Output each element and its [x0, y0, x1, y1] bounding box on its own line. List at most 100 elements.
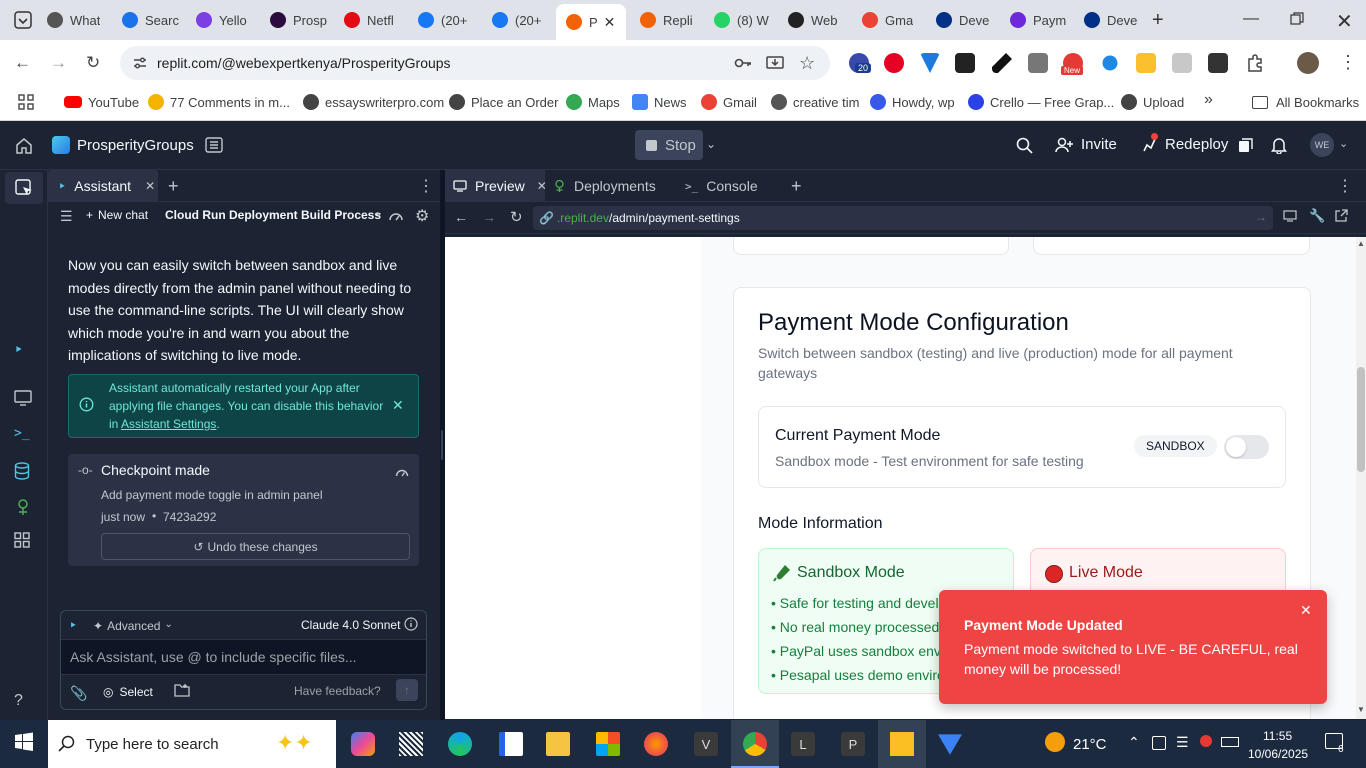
- attach-paperclip-icon[interactable]: 📎: [70, 685, 87, 702]
- start-windows-icon[interactable]: [14, 732, 38, 756]
- edge-browser-icon[interactable]: [448, 732, 472, 756]
- extension-r-icon[interactable]: [1172, 53, 1192, 73]
- browser-tab[interactable]: Prosp: [260, 6, 332, 34]
- weather-icon[interactable]: [1045, 732, 1065, 752]
- preview-back-icon[interactable]: ←: [454, 209, 468, 225]
- close-preview-tab-icon[interactable]: ✕: [537, 179, 547, 193]
- clock-time[interactable]: 11:55: [1263, 729, 1292, 743]
- bookmark-item[interactable]: essayswriterpro.com: [303, 92, 444, 112]
- checkpoint-gauge-icon[interactable]: [395, 466, 409, 477]
- documents-app-icon[interactable]: [499, 732, 523, 756]
- reload-icon[interactable]: ↻: [86, 53, 100, 73]
- browser-tab[interactable]: Deve: [1074, 6, 1146, 34]
- payment-mode-toggle[interactable]: [1224, 435, 1269, 459]
- bookmark-item[interactable]: Place an Order: [449, 92, 558, 112]
- extensions-puzzle-icon[interactable]: [1245, 53, 1265, 73]
- chrome-icon[interactable]: [743, 732, 767, 756]
- invite-button[interactable]: Invite: [1055, 136, 1117, 153]
- toast-close-icon[interactable]: ✕: [1300, 602, 1312, 619]
- all-tools-grid-icon[interactable]: [14, 532, 34, 552]
- browser-tab[interactable]: Gma: [852, 6, 924, 34]
- tab-search-icon[interactable]: [14, 11, 32, 29]
- apps-grid-icon[interactable]: [18, 94, 34, 110]
- bookmark-item[interactable]: Howdy, wp: [870, 92, 955, 112]
- tab-assistant[interactable]: ‣ Assistant ✕: [48, 170, 158, 202]
- console-rail-icon[interactable]: >_: [14, 426, 34, 446]
- scroll-down-arrow[interactable]: ▼: [1357, 705, 1365, 714]
- bookmarks-overflow-icon[interactable]: »: [1204, 91, 1213, 109]
- bookmark-item[interactable]: Upload: [1121, 92, 1184, 112]
- taskbar-app-p[interactable]: P: [841, 732, 865, 756]
- forward-icon[interactable]: →: [50, 53, 67, 73]
- close-window-button[interactable]: ✕: [1336, 9, 1353, 34]
- weather-temp[interactable]: 21°C: [1073, 736, 1107, 753]
- bookmark-item[interactable]: YouTube: [64, 92, 139, 112]
- advanced-mode-toggle[interactable]: ✦ Advanced ⌄: [93, 619, 173, 633]
- taskview-pattern-icon[interactable]: [399, 732, 423, 756]
- devtools-wrench-icon[interactable]: 🔧: [1309, 208, 1325, 224]
- bookmark-star-icon[interactable]: ☆: [799, 53, 815, 74]
- chat-title-chevron-icon[interactable]: ⌄: [374, 206, 383, 219]
- browser-tab[interactable]: Web: [778, 6, 850, 34]
- address-bar[interactable]: replit.com/@webexpertkenya/ProsperityGro…: [120, 46, 830, 80]
- project-name[interactable]: ProsperityGroups: [77, 137, 194, 154]
- browser-tab[interactable]: Deve: [926, 6, 998, 34]
- tab-console[interactable]: >_ Console: [685, 170, 758, 202]
- open-new-window-icon[interactable]: [1335, 209, 1348, 222]
- taskbar-app-v[interactable]: V: [694, 732, 718, 756]
- tab-deployments[interactable]: Deployments: [553, 170, 656, 202]
- checkpoint-hash[interactable]: 7423a292: [163, 510, 216, 524]
- browser-tab[interactable]: (8) W: [704, 6, 776, 34]
- avatar-chevron-icon[interactable]: ⌄: [1339, 137, 1348, 150]
- user-avatar[interactable]: WE: [1310, 133, 1334, 157]
- open-url-arrow-icon[interactable]: →: [1255, 210, 1267, 224]
- feedback-link[interactable]: Have feedback?: [294, 684, 381, 698]
- browser-tab[interactable]: P ✕: [556, 4, 626, 40]
- scroll-up-arrow[interactable]: ▲: [1357, 239, 1365, 248]
- preview-reload-icon[interactable]: ↻: [510, 208, 523, 226]
- restore-button[interactable]: [1290, 12, 1304, 26]
- browser-tab[interactable]: Paym: [1000, 6, 1072, 34]
- copilot-icon[interactable]: [351, 732, 375, 756]
- split-view-icon[interactable]: [1238, 138, 1253, 153]
- preview-url-field[interactable]: 🔗 .replit.dev /admin/payment-settings: [533, 206, 1273, 230]
- bookmark-item[interactable]: Crello — Free Grap...: [968, 92, 1114, 112]
- tray-chevron-icon[interactable]: ⌃: [1128, 734, 1140, 751]
- key-icon[interactable]: [734, 55, 752, 71]
- pane-menu-icon[interactable]: ⋮: [418, 170, 434, 202]
- sticky-notes-icon[interactable]: [890, 732, 914, 756]
- extension-blue-check-icon[interactable]: [1102, 55, 1118, 71]
- files-panel-icon[interactable]: [14, 178, 34, 198]
- close-tab-icon[interactable]: ✕: [145, 179, 155, 193]
- browser-menu-icon[interactable]: ⋮: [1339, 52, 1357, 73]
- extension-yellow-icon[interactable]: [1136, 53, 1156, 73]
- assistant-rail-icon[interactable]: ‣: [14, 340, 34, 360]
- browser-tab[interactable]: (20+: [482, 6, 554, 34]
- taskbar-search-box[interactable]: Type here to search ✦✦: [48, 720, 336, 768]
- project-info-icon[interactable]: [205, 137, 223, 153]
- select-element-button[interactable]: ◎ Select: [103, 685, 153, 699]
- scroll-thumb[interactable]: [1357, 367, 1365, 472]
- browser-tab[interactable]: Netfl: [334, 6, 406, 34]
- send-button[interactable]: ↑: [396, 679, 418, 701]
- search-icon[interactable]: [1016, 137, 1033, 154]
- webview-rail-icon[interactable]: [14, 390, 34, 410]
- bookmark-item[interactable]: 77 Comments in m...: [148, 92, 290, 112]
- chat-title[interactable]: Cloud Run Deployment Build Process: [165, 208, 381, 222]
- all-bookmarks-button[interactable]: All Bookmarks: [1252, 92, 1359, 112]
- browser-tab[interactable]: (20+: [408, 6, 480, 34]
- undo-changes-button[interactable]: ↺ Undo these changes: [101, 533, 410, 560]
- taskbar-app-l[interactable]: L: [791, 732, 815, 756]
- bookmark-item[interactable]: News: [632, 92, 687, 112]
- microsoft-store-icon[interactable]: [596, 732, 620, 756]
- model-selector[interactable]: Claude 4.0 Sonnet: [301, 618, 400, 632]
- preview-pane-menu-icon[interactable]: ⋮: [1337, 170, 1353, 202]
- redeploy-button[interactable]: Redeploy: [1141, 133, 1228, 153]
- model-info-icon[interactable]: [404, 617, 418, 631]
- new-chat-button[interactable]: + New chat: [86, 208, 148, 222]
- font-extension-icon[interactable]: [955, 53, 975, 73]
- install-app-icon[interactable]: [766, 55, 784, 71]
- help-icon[interactable]: ?: [14, 692, 34, 712]
- profile-avatar[interactable]: [1297, 52, 1319, 74]
- deployments-rail-icon[interactable]: [14, 498, 34, 518]
